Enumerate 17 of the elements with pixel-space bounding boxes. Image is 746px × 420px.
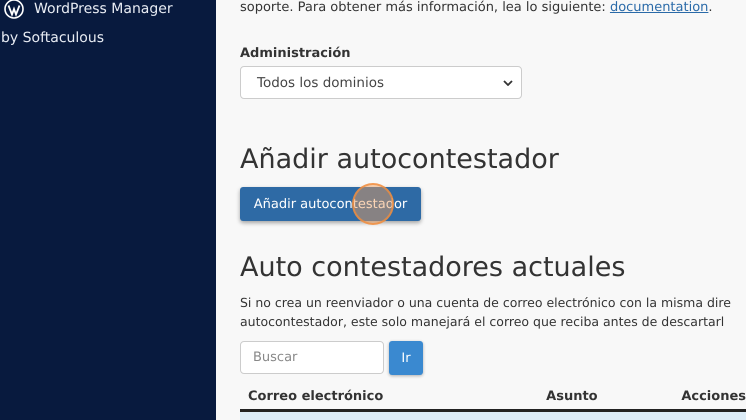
section-heading: Auto contestadores actuales <box>240 251 626 285</box>
go-button[interactable]: Ir <box>389 341 423 375</box>
sidebar-item[interactable]: WordPress Manager <box>34 0 173 22</box>
intro-text: soporte. Para obtener más información, lea lo siguiente: documentation. <box>240 0 714 16</box>
description-text: Si no crea un reenviador o una cuenta de correo electrónico con la misma dire <box>240 294 732 312</box>
chevron-down-icon <box>503 80 513 86</box>
field-label: Administración <box>240 45 352 63</box>
search-field[interactable]: Buscar <box>240 341 384 374</box>
documentation-link[interactable]: documentation <box>610 0 708 15</box>
description-text: autocontestador, este solo manejará el correo que reciba antes de descartarl <box>240 313 726 331</box>
sidebar-subtitle: by Softaculous <box>0 30 106 46</box>
wordpress-logo-icon <box>4 0 24 19</box>
domain-select[interactable]: Todos los dominios <box>240 66 522 99</box>
column-header: Acciones <box>681 388 746 404</box>
column-header: Correo electrónico <box>247 388 384 404</box>
section-heading: Añadir autocontestador <box>240 143 560 177</box>
column-header: Asunto <box>546 388 599 404</box>
